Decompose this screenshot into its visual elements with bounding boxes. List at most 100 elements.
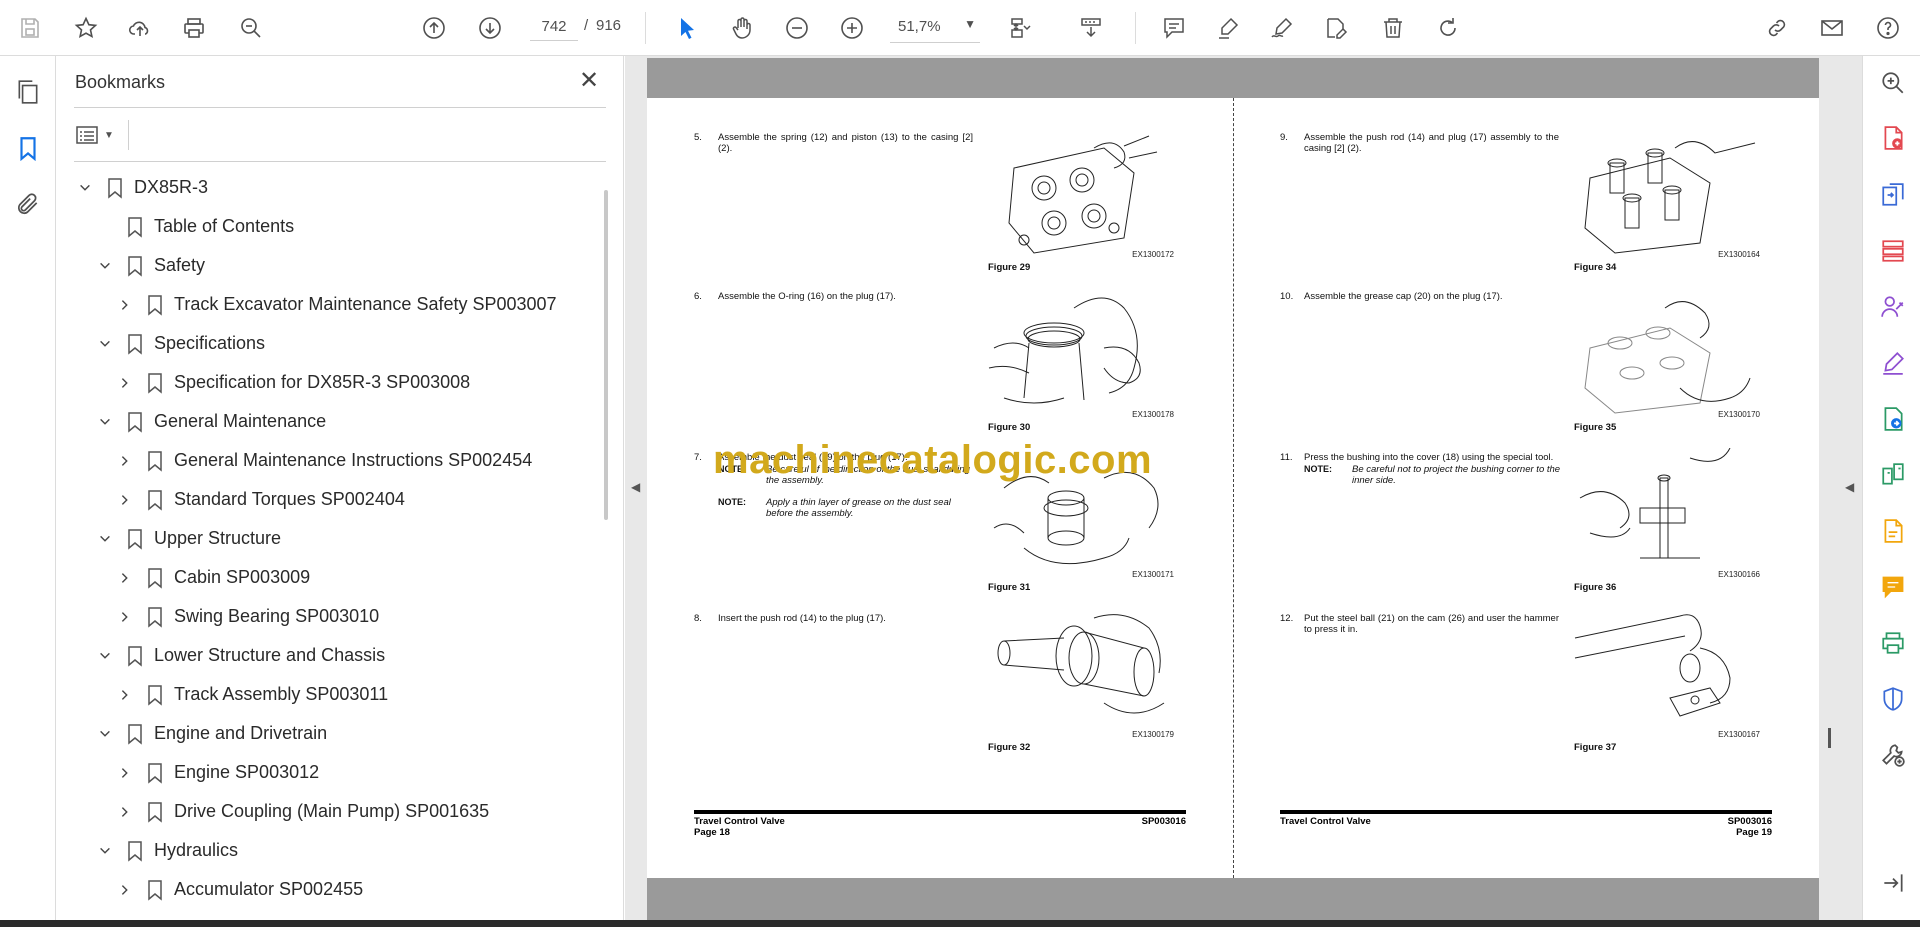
export-pdf-icon[interactable] xyxy=(1878,180,1908,210)
chevron-down-icon[interactable] xyxy=(94,411,116,433)
bookmark-item[interactable]: Hydraulics xyxy=(94,831,238,870)
bookmark-item[interactable]: Accumulator SP002455 xyxy=(114,870,363,909)
chevron-right-icon[interactable] xyxy=(114,294,136,316)
fill-sign-icon[interactable] xyxy=(1878,348,1908,378)
bookmark-options-menu[interactable]: ▼ xyxy=(74,120,120,150)
figure-code: EX1300167 xyxy=(1718,730,1760,739)
bookmark-item[interactable]: Engine SP003012 xyxy=(114,753,319,792)
chevron-down-icon[interactable] xyxy=(94,528,116,550)
close-icon[interactable]: ✕ xyxy=(576,68,602,94)
account-help-icon[interactable] xyxy=(1872,12,1904,44)
print-production-icon[interactable] xyxy=(1878,628,1908,658)
collapse-left-panel-icon[interactable]: ◀ xyxy=(631,480,645,496)
bookmarks-icon[interactable] xyxy=(10,130,46,166)
bookmark-item[interactable]: Standard Torques SP002404 xyxy=(114,480,405,519)
zoom-search-icon[interactable] xyxy=(1878,68,1908,98)
chevron-down-icon[interactable] xyxy=(94,255,116,277)
zoom-level-select[interactable]: 51,7% ▼ xyxy=(890,13,980,43)
request-signatures-icon[interactable] xyxy=(1878,292,1908,322)
document-scrollbar[interactable] xyxy=(1828,728,1831,748)
chevron-down-icon[interactable] xyxy=(94,645,116,667)
bookmark-item[interactable]: Table of Contents xyxy=(94,207,294,246)
compare-files-icon[interactable] xyxy=(1878,460,1908,490)
previous-page-icon[interactable] xyxy=(418,12,450,44)
draw-signature-icon[interactable] xyxy=(1266,12,1298,44)
chevron-right-icon[interactable] xyxy=(114,450,136,472)
bookmark-icon xyxy=(146,372,164,394)
bookmarks-scrollbar[interactable] xyxy=(604,190,608,520)
upload-cloud-icon[interactable] xyxy=(124,12,156,44)
scroll-mode-icon[interactable] xyxy=(1075,12,1107,44)
highlight-pen-icon[interactable] xyxy=(1212,12,1244,44)
bookmark-item[interactable]: Swing Bearing SP003010 xyxy=(114,597,379,636)
chevron-right-icon[interactable] xyxy=(114,684,136,706)
step-number: 12. xyxy=(1280,613,1294,624)
attachments-paperclip-icon[interactable] xyxy=(10,186,46,222)
bookmark-item[interactable]: Lower Structure and Chassis xyxy=(94,636,385,675)
bookmark-item[interactable]: Track Excavator Maintenance Safety SP003… xyxy=(114,285,557,324)
figure-caption: Figure 30 xyxy=(988,422,1031,433)
send-for-comments-icon[interactable] xyxy=(1878,404,1908,434)
bookmark-item[interactable]: DX85R-3 xyxy=(74,168,208,207)
chevron-right-icon[interactable] xyxy=(114,762,136,784)
share-link-icon[interactable] xyxy=(1761,12,1793,44)
chevron-right-icon[interactable] xyxy=(114,801,136,823)
zoom-in-icon[interactable] xyxy=(836,12,868,44)
chevron-down-icon[interactable] xyxy=(94,723,116,745)
fit-page-icon[interactable] xyxy=(1005,12,1037,44)
zoom-out-icon[interactable] xyxy=(781,12,813,44)
comment-icon[interactable] xyxy=(1158,12,1190,44)
save-icon[interactable] xyxy=(14,12,46,44)
bookmark-item[interactable]: General Maintenance xyxy=(94,402,326,441)
hand-tool-icon[interactable] xyxy=(726,12,758,44)
bookmark-item[interactable]: Upper Structure xyxy=(94,519,281,558)
chevron-right-icon[interactable] xyxy=(114,606,136,628)
protect-shield-icon[interactable] xyxy=(1878,684,1908,714)
chevron-down-icon[interactable] xyxy=(74,177,96,199)
page-footer-left: Travel Control Valve Page 18 SP003016 xyxy=(694,810,1186,838)
note-label: NOTE: xyxy=(1304,464,1332,474)
organize-pages-icon[interactable] xyxy=(1878,236,1908,266)
chevron-right-icon[interactable] xyxy=(114,879,136,901)
chevron-right-icon[interactable] xyxy=(114,489,136,511)
chevron-down-icon: ▼ xyxy=(104,129,114,141)
bookmark-item[interactable]: Cabin SP003009 xyxy=(114,558,310,597)
step-text: Put the steel ball (21) on the cam (26) … xyxy=(1304,613,1559,635)
figure-36: EX1300166 Figure 36 xyxy=(1570,448,1760,593)
page-number-input[interactable] xyxy=(530,13,578,41)
figure-code: EX1300179 xyxy=(1132,730,1174,739)
star-icon[interactable] xyxy=(70,12,102,44)
watermark-text: machinecatalogic.com xyxy=(713,438,1153,482)
select-cursor-icon[interactable] xyxy=(671,12,703,44)
bookmark-item[interactable]: Engine and Drivetrain xyxy=(94,714,327,753)
bookmark-label: General Maintenance Instructions SP00245… xyxy=(174,450,533,470)
chevron-right-icon[interactable] xyxy=(114,372,136,394)
search-zoom-icon[interactable] xyxy=(235,12,267,44)
redo-rotate-icon[interactable] xyxy=(1432,12,1464,44)
create-pdf-icon[interactable] xyxy=(1878,123,1908,153)
comment-tool-icon[interactable] xyxy=(1878,572,1908,602)
bookmark-label: Table of Contents xyxy=(154,216,295,236)
bookmark-item[interactable]: Specification for DX85R-3 SP003008 xyxy=(114,363,470,402)
collapse-tools-icon[interactable] xyxy=(1878,868,1908,898)
print-icon[interactable] xyxy=(178,12,210,44)
chevron-down-icon[interactable] xyxy=(94,840,116,862)
bookmark-item[interactable]: Drive Coupling (Main Pump) SP001635 xyxy=(114,792,489,831)
bookmark-tree: DX85R-3 Table of Contents Safety Track Exca… xyxy=(56,168,596,920)
page-thumbnails-icon[interactable] xyxy=(10,74,46,110)
bookmarks-panel-title: Bookmarks xyxy=(75,72,166,92)
more-tools-wrench-icon[interactable] xyxy=(1878,740,1908,770)
export-file-icon[interactable] xyxy=(1878,516,1908,546)
bookmark-item[interactable]: Safety xyxy=(94,246,205,285)
next-page-icon[interactable] xyxy=(474,12,506,44)
chevron-down-icon[interactable] xyxy=(94,333,116,355)
chevron-right-icon[interactable] xyxy=(114,567,136,589)
edit-pdf-icon[interactable] xyxy=(1320,12,1352,44)
delete-trash-icon[interactable] xyxy=(1377,12,1409,44)
collapse-right-panel-icon[interactable]: ◀ xyxy=(1845,480,1859,496)
bookmark-item[interactable]: General Maintenance Instructions SP00245… xyxy=(114,441,532,480)
email-icon[interactable] xyxy=(1816,12,1848,44)
bookmark-item[interactable]: Track Assembly SP003011 xyxy=(114,675,388,714)
bookmark-item[interactable]: Specifications xyxy=(94,324,265,363)
bookmark-icon xyxy=(146,294,164,316)
